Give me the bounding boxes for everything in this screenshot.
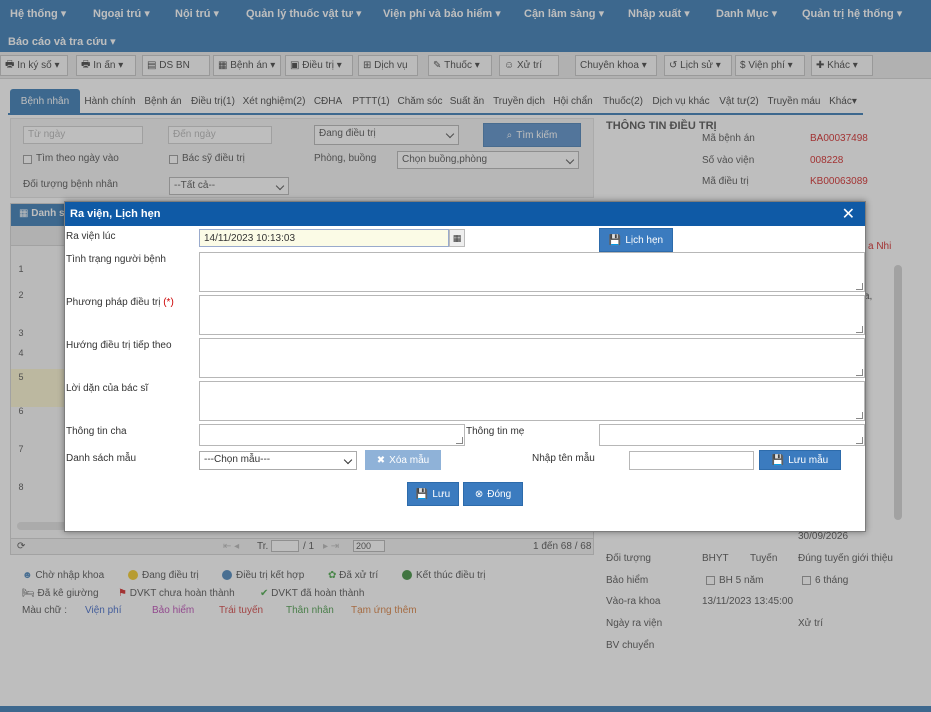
template-select[interactable]: ---Chọn mẫu---: [199, 451, 357, 470]
father-label: Thông tin cha: [66, 426, 127, 437]
condition-textarea[interactable]: [199, 252, 865, 292]
close-icon[interactable]: ✕: [842, 204, 855, 224]
method-label: Phương pháp điều trị (*): [66, 297, 174, 308]
save-template-button[interactable]: 💾 Lưu mẫu: [759, 450, 841, 470]
save-icon: 💾: [415, 488, 429, 500]
delete-template-button[interactable]: ✖ Xóa mẫu: [365, 450, 441, 470]
save-button[interactable]: 💾 Lưu: [407, 482, 459, 506]
next-direction-label: Hướng điều trị tiếp theo: [66, 340, 172, 351]
template-list-label: Danh sách mẫu: [66, 453, 137, 464]
appointment-button[interactable]: 💾 Lịch hẹn: [599, 228, 673, 252]
template-name-input[interactable]: [629, 451, 754, 470]
save-icon: 💾: [771, 454, 785, 466]
advice-label: Lời dặn của bác sĩ: [66, 383, 149, 394]
mother-textarea[interactable]: [599, 424, 865, 446]
dialog-title: Ra viện, Lịch hẹn: [70, 208, 161, 220]
close-button[interactable]: ⊗ Đóng: [463, 482, 523, 506]
advice-textarea[interactable]: [199, 381, 865, 421]
required-mark: (*): [163, 297, 174, 308]
father-textarea[interactable]: [199, 424, 465, 446]
next-direction-textarea[interactable]: [199, 338, 865, 378]
x-icon: ✖: [376, 454, 386, 466]
method-textarea[interactable]: [199, 295, 865, 335]
mother-label: Thông tin mẹ: [466, 426, 525, 437]
calendar-icon[interactable]: ▦: [449, 229, 465, 247]
template-name-label: Nhập tên mẫu: [532, 453, 595, 464]
discharge-at-label: Ra viện lúc: [66, 231, 116, 242]
discharge-dialog: Ra viện, Lịch hẹn ✕ Ra viện lúc 14/11/20…: [64, 201, 866, 532]
save-icon: 💾: [608, 234, 622, 246]
dialog-header: Ra viện, Lịch hẹn ✕: [65, 202, 865, 226]
condition-label: Tình trạng người bệnh: [66, 254, 166, 265]
close-circle-icon: ⊗: [474, 488, 484, 500]
discharge-at-input[interactable]: 14/11/2023 10:13:03: [199, 229, 449, 247]
